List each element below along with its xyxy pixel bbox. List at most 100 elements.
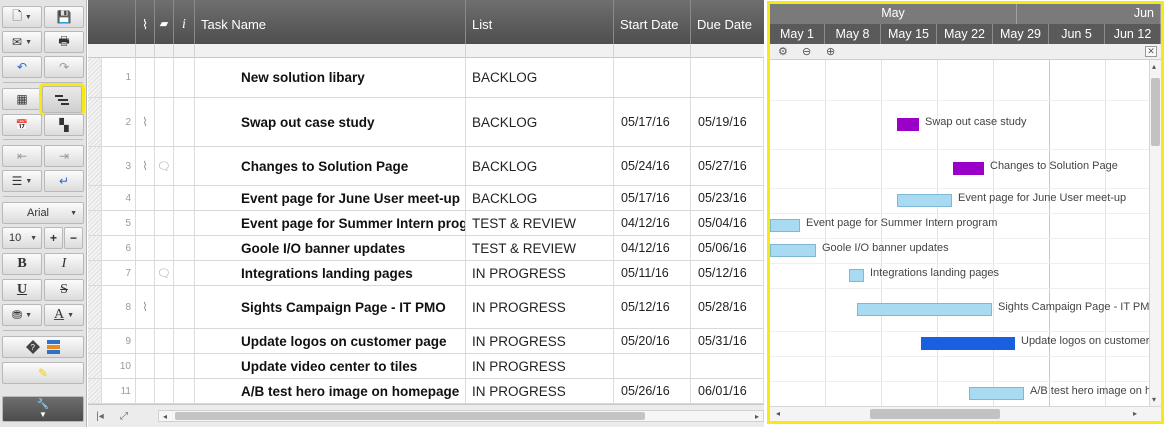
row-drag-handle[interactable] <box>88 286 102 328</box>
info-cell[interactable] <box>174 186 195 210</box>
attachment-cell[interactable] <box>136 211 155 235</box>
gantt-task-bar[interactable] <box>897 117 919 131</box>
attachment-cell[interactable]: ⌇ <box>136 98 155 146</box>
attachment-cell[interactable] <box>136 186 155 210</box>
info-cell[interactable] <box>174 211 195 235</box>
attachment-cell[interactable]: ⌇ <box>136 286 155 328</box>
table-row[interactable]: 2 ⌇ Swap out case study BACKLOG 05/17/16 05/1… <box>88 98 764 147</box>
table-row[interactable]: 7 🗨 Integrations landing pages IN PROGRESS 0… <box>88 261 764 286</box>
new-document-button[interactable]: 🗋 ▼ <box>2 6 42 28</box>
comment-cell[interactable] <box>155 186 174 210</box>
table-row[interactable]: 9 Update logos on customer page IN PROGRES… <box>88 329 764 354</box>
due-date-cell[interactable]: 05/31/16 <box>691 329 764 353</box>
list-header[interactable]: List <box>466 0 614 44</box>
due-date-cell[interactable]: 05/04/16 <box>691 211 764 235</box>
gantt-view-button[interactable] <box>39 83 85 116</box>
due-date-header[interactable]: Due Date <box>691 0 764 44</box>
list-cell[interactable]: BACKLOG <box>466 147 614 185</box>
start-date-header[interactable]: Start Date <box>614 0 691 44</box>
comment-cell[interactable] <box>155 286 174 328</box>
gantt-task-bar[interactable] <box>849 268 864 282</box>
info-cell[interactable] <box>174 236 195 260</box>
gantt-task-bar[interactable] <box>770 218 800 232</box>
calendar-view-button[interactable]: 📅 <box>2 114 42 136</box>
info-cell[interactable] <box>174 58 195 97</box>
save-button[interactable]: 💾 <box>44 6 84 28</box>
gantt-task-bar[interactable] <box>953 161 984 175</box>
list-cell[interactable]: IN PROGRESS <box>466 379 614 403</box>
scroll-left-icon[interactable]: ◂ <box>163 412 167 421</box>
table-row[interactable]: 8 ⌇ Sights Campaign Page - IT PMO IN PROGRE… <box>88 286 764 329</box>
attachment-cell[interactable] <box>136 379 155 403</box>
comment-cell[interactable]: 🗨 <box>155 261 174 285</box>
redo-button[interactable]: ↷ <box>44 56 84 78</box>
grid-horizontal-scrollbar[interactable]: ◂ ▸ <box>158 410 764 422</box>
scroll-right-icon[interactable]: ▸ <box>1133 409 1137 418</box>
start-date-cell[interactable] <box>614 58 691 97</box>
comment-cell[interactable] <box>155 379 174 403</box>
row-drag-handle[interactable] <box>88 354 102 378</box>
comment-cell[interactable]: 🗨 <box>155 147 174 185</box>
row-drag-handle[interactable] <box>88 211 102 235</box>
row-drag-handle[interactable] <box>88 58 102 97</box>
due-date-cell[interactable]: 05/06/16 <box>691 236 764 260</box>
task-name-cell[interactable]: Sights Campaign Page - IT PMO <box>195 286 466 328</box>
indent-button[interactable]: ⇥ <box>44 145 84 167</box>
due-date-cell[interactable]: 06/01/16 <box>691 379 764 403</box>
list-cell[interactable]: TEST & REVIEW <box>466 211 614 235</box>
due-date-cell[interactable]: 05/12/16 <box>691 261 764 285</box>
task-name-cell[interactable]: Event page for June User meet-up <box>195 186 466 210</box>
list-cell[interactable]: IN PROGRESS <box>466 286 614 328</box>
font-size-select[interactable]: 10 ▼ <box>2 227 42 249</box>
start-date-cell[interactable]: 05/26/16 <box>614 379 691 403</box>
email-button[interactable]: ✉ ▼ <box>2 31 42 53</box>
info-cell[interactable] <box>174 354 195 378</box>
zoom-out-button[interactable]: ⊖ <box>802 45 811 58</box>
row-drag-handle[interactable] <box>88 98 102 146</box>
task-name-cell[interactable]: Update video center to tiles <box>195 354 466 378</box>
zoom-in-button[interactable]: ⊕ <box>826 45 835 58</box>
start-date-cell[interactable]: 05/12/16 <box>614 286 691 328</box>
info-cell[interactable] <box>174 147 195 185</box>
due-date-cell[interactable]: 05/27/16 <box>691 147 764 185</box>
gantt-task-bar[interactable] <box>969 386 1024 400</box>
row-drag-handle[interactable] <box>88 236 102 260</box>
card-view-button[interactable]: ▚ <box>44 114 84 136</box>
gantt-task-bar[interactable] <box>857 302 992 316</box>
comment-cell[interactable] <box>155 354 174 378</box>
task-name-cell[interactable]: New solution libary <box>195 58 466 97</box>
grid-scroll-thumb[interactable] <box>175 412 645 420</box>
fullscreen-button[interactable]: ⤢ <box>116 409 132 423</box>
attachments-header[interactable]: ⌇ <box>136 0 155 44</box>
gantt-horizontal-scrollbar[interactable]: ◂ ▸ <box>770 406 1161 421</box>
list-cell[interactable]: BACKLOG <box>466 58 614 97</box>
bold-button[interactable]: B <box>2 253 42 275</box>
row-drag-handle[interactable] <box>88 186 102 210</box>
info-cell[interactable] <box>174 379 195 403</box>
outdent-button[interactable]: ⇤ <box>2 145 42 167</box>
comment-cell[interactable] <box>155 211 174 235</box>
decrease-font-button[interactable]: − <box>64 227 83 249</box>
info-cell[interactable] <box>174 329 195 353</box>
scroll-down-icon[interactable]: ▾ <box>1152 395 1156 404</box>
scroll-right-icon[interactable]: ▸ <box>755 412 759 421</box>
conditional-format-button[interactable]: ? <box>2 336 84 358</box>
task-name-cell[interactable]: Swap out case study <box>195 98 466 146</box>
attachment-cell[interactable] <box>136 58 155 97</box>
table-row[interactable]: 3 ⌇ 🗨 Changes to Solution Page BACKLOG 05/24/… <box>88 147 764 186</box>
due-date-cell[interactable] <box>691 58 764 97</box>
attachment-cell[interactable] <box>136 354 155 378</box>
font-family-select[interactable]: Arial ▼ <box>2 202 84 224</box>
more-tools-button[interactable]: 🔧 ▼ <box>2 396 84 422</box>
underline-button[interactable]: U <box>2 279 42 301</box>
table-row[interactable]: 10 Update video center to tiles IN PROGRES… <box>88 354 764 379</box>
row-drag-handle[interactable] <box>88 261 102 285</box>
gantt-vscroll-thumb[interactable] <box>1151 78 1160 146</box>
comment-cell[interactable] <box>155 58 174 97</box>
table-row[interactable]: 1 New solution libary BACKLOG <box>88 58 764 98</box>
align-button[interactable]: ☰ ▼ <box>2 170 42 192</box>
info-cell[interactable] <box>174 98 195 146</box>
list-cell[interactable]: TEST & REVIEW <box>466 236 614 260</box>
start-date-cell[interactable]: 05/24/16 <box>614 147 691 185</box>
gantt-task-bar[interactable] <box>921 336 1015 350</box>
